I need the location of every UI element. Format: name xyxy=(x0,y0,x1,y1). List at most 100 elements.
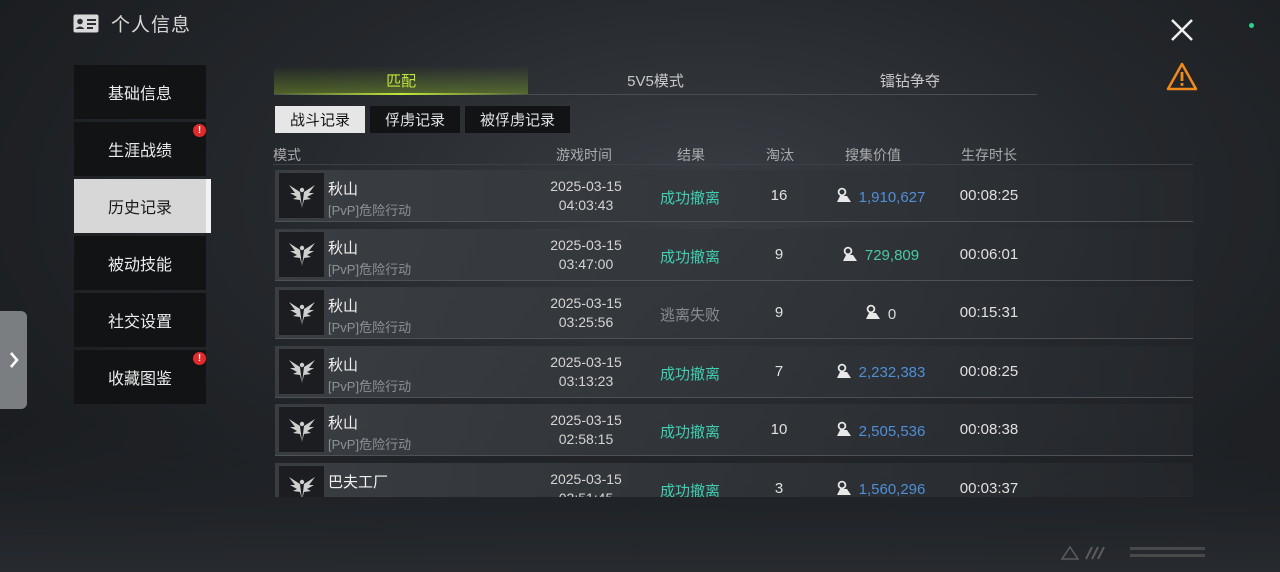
sidebar-item-career-stats[interactable]: 生涯战绩 ! xyxy=(74,122,206,176)
collected-value: 1,560,296 xyxy=(815,480,945,498)
survival-duration: 00:15:31 xyxy=(959,304,1019,321)
collected-value-amount: 0 xyxy=(887,305,897,323)
footer-logo xyxy=(1060,545,1205,560)
collected-value: 0 xyxy=(815,304,945,324)
mode-tabs: 匹配 5V5模式 镭钻争夺 xyxy=(274,66,1037,95)
result-status: 成功撤离 xyxy=(659,424,720,441)
mode-label: [PvP]危险行动 xyxy=(328,203,412,218)
mode-label: [PvP]危险行动 xyxy=(328,320,412,335)
sidebar-item-label: 被动技能 xyxy=(107,257,172,274)
close-icon[interactable] xyxy=(1166,14,1198,46)
survival-duration: 00:08:25 xyxy=(959,187,1019,204)
game-time: 03:47:00 xyxy=(558,255,614,272)
sidebar-item-history[interactable]: 历史记录 xyxy=(74,179,211,233)
subtab-battle-records[interactable]: 战斗记录 xyxy=(275,106,366,133)
collected-value: 2,232,383 xyxy=(815,363,945,383)
subtab-capture-records[interactable]: 俘虏记录 xyxy=(370,106,461,133)
mode-emblem-icon xyxy=(278,406,325,453)
sidebar-item-label: 生涯战绩 xyxy=(107,143,172,160)
warning-icon[interactable] xyxy=(1166,62,1198,92)
tab-diamond[interactable]: 镭钻争夺 xyxy=(783,66,1037,94)
collected-value-amount: 729,809 xyxy=(864,247,920,264)
column-header-mode: 模式 xyxy=(273,147,301,163)
sidebar-item-label: 历史记录 xyxy=(107,200,172,217)
result-status: 成功撤离 xyxy=(659,365,720,383)
result-status: 逃离失败 xyxy=(659,307,720,324)
map-name: 秋山 xyxy=(328,239,359,257)
sidebar-item-collection[interactable]: 收藏图鉴 ! xyxy=(74,350,206,404)
table-row[interactable]: 秋山 [PvP]危险行动 2025-03-15 03:47:00 成功撤离 9 729,80… xyxy=(275,228,1193,281)
kill-count: 10 xyxy=(770,421,788,438)
column-header-time: 游戏时间 xyxy=(556,147,612,163)
game-date: 2025-03-15 xyxy=(550,295,622,311)
record-subtabs: 战斗记录 俘虏记录 被俘虏记录 xyxy=(275,106,571,133)
mode-label: [PvP]危险行动 xyxy=(328,437,412,452)
survival-duration: 00:08:25 xyxy=(959,362,1019,380)
loot-value-icon xyxy=(835,421,853,441)
survival-duration: 00:06:01 xyxy=(959,245,1019,263)
loot-value-icon xyxy=(835,187,853,207)
sidebar-item-label: 基础信息 xyxy=(107,86,172,103)
loot-value-icon xyxy=(835,480,853,498)
table-row[interactable]: 秋山 [PvP]危险行动 2025-03-15 04:03:43 成功撤离 16 1,910… xyxy=(275,170,1193,222)
game-date: 2025-03-15 xyxy=(550,353,622,370)
table-row[interactable]: 秋山 [PvP]危险行动 2025-03-15 03:13:23 成功撤离 7 2,232,… xyxy=(275,345,1193,398)
map-name: 秋山 xyxy=(328,415,359,432)
page-title: 个人信息 xyxy=(111,15,192,36)
sidebar-item-basic-info[interactable]: 基础信息 xyxy=(74,65,206,119)
map-name: 巴夫工厂 xyxy=(328,473,389,491)
mode-emblem-icon xyxy=(278,289,325,336)
mode-label: [PvP]危险行动 xyxy=(328,261,412,277)
column-header-duration: 生存时长 xyxy=(961,147,1017,163)
sidebar-item-passive-skills[interactable]: 被动技能 xyxy=(74,236,206,290)
mode-label: [PvP]危险行动 xyxy=(328,378,412,394)
survival-duration: 00:08:38 xyxy=(959,421,1019,438)
map-name: 秋山 xyxy=(328,181,359,198)
kill-count: 3 xyxy=(774,479,784,497)
loot-value-icon xyxy=(864,304,882,324)
game-date: 2025-03-15 xyxy=(550,470,622,487)
collected-value-amount: 1,560,296 xyxy=(858,481,926,497)
id-card-icon xyxy=(73,14,99,33)
column-header-value: 搜集价值 xyxy=(845,147,901,163)
records-list[interactable]: 秋山 [PvP]危险行动 2025-03-15 04:03:43 成功撤离 16 1,910… xyxy=(275,170,1193,497)
kill-count: 7 xyxy=(774,362,784,380)
game-date: 2025-03-15 xyxy=(550,412,622,428)
survival-duration: 00:03:37 xyxy=(959,479,1019,497)
column-header-kills: 淘汰 xyxy=(766,147,794,163)
game-date: 2025-03-15 xyxy=(550,236,622,253)
collected-value-amount: 1,910,627 xyxy=(858,188,926,206)
sidebar-item-social-settings[interactable]: 社交设置 xyxy=(74,293,206,347)
mode-emblem-icon xyxy=(278,464,325,497)
tab-5v5[interactable]: 5V5模式 xyxy=(528,66,782,94)
result-status: 成功撤离 xyxy=(659,482,720,498)
game-date: 2025-03-15 xyxy=(550,178,622,194)
game-time: 04:03:43 xyxy=(558,197,614,213)
expand-panel-button[interactable] xyxy=(0,311,27,409)
subtab-captured-records[interactable]: 被俘虏记录 xyxy=(465,106,571,133)
game-time: 03:13:23 xyxy=(558,372,614,389)
loot-value-icon xyxy=(841,246,859,266)
sidebar-item-label: 收藏图鉴 xyxy=(107,371,172,388)
notification-badge: ! xyxy=(193,124,206,137)
table-row[interactable]: 秋山 [PvP]危险行动 2025-03-15 03:25:56 逃离失败 9 0 00:15… xyxy=(275,287,1193,339)
status-dot xyxy=(1249,23,1254,28)
loot-value-icon xyxy=(835,363,853,383)
game-time: 03:25:56 xyxy=(558,314,614,330)
result-status: 成功撤离 xyxy=(659,190,720,207)
result-status: 成功撤离 xyxy=(659,248,720,266)
table-row[interactable]: 巴夫工厂 [PvP]危险行动 2025-03-15 02:51:45 成功撤离 3 1,56… xyxy=(275,462,1193,498)
mode-emblem-icon xyxy=(278,230,325,278)
collected-value-amount: 2,232,383 xyxy=(858,364,926,381)
column-header-result: 结果 xyxy=(677,147,705,163)
kill-count: 16 xyxy=(770,187,788,204)
kill-count: 9 xyxy=(774,304,784,321)
mode-emblem-icon xyxy=(278,347,325,395)
game-time: 02:51:45 xyxy=(533,490,639,498)
tab-match[interactable]: 匹配 xyxy=(274,66,529,95)
chevron-right-icon xyxy=(9,352,19,368)
table-row[interactable]: 秋山 [PvP]危险行动 2025-03-15 02:58:15 成功撤离 10 2,505… xyxy=(275,404,1193,456)
sidebar: 基础信息 生涯战绩 ! 历史记录 被动技能 社交设置 收藏图鉴 ! xyxy=(74,65,211,407)
sidebar-item-label: 社交设置 xyxy=(107,314,172,331)
game-time: 02:58:15 xyxy=(558,431,614,447)
